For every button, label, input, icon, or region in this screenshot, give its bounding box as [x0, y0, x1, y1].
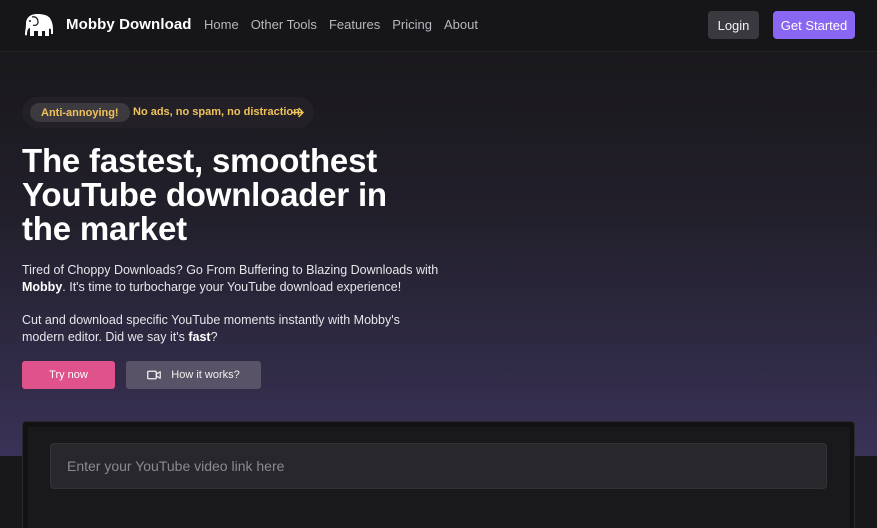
hero-paragraph-1: Tired of Choppy Downloads? Go From Buffe…: [22, 262, 442, 296]
login-button[interactable]: Login: [708, 11, 759, 39]
hero-headline: The fastest, smoothest YouTube downloade…: [22, 144, 452, 246]
paragraph-1-bold: Mobby: [22, 280, 63, 294]
paragraph-2-text-b: ?: [210, 330, 218, 344]
headline-line-2: YouTube downloader in: [22, 176, 387, 213]
brand-name[interactable]: Mobby Download: [66, 16, 192, 33]
paragraph-2-bold: fast: [188, 330, 211, 344]
try-now-button[interactable]: Try now: [22, 361, 115, 389]
top-navbar: Mobby Download Home Other Tools Features…: [0, 0, 877, 52]
hero-paragraph-2: Cut and download specific YouTube moment…: [22, 312, 442, 346]
paragraph-1-text-b: . It's time to turbocharge your YouTube …: [62, 280, 402, 294]
headline-line-1: The fastest, smoothest: [22, 142, 378, 179]
nav-other-tools[interactable]: Other Tools: [251, 17, 317, 32]
announcement-pill[interactable]: Anti-annoying! No ads, no spam, no distr…: [22, 97, 314, 128]
how-it-works-label: How it works?: [171, 369, 240, 381]
main-nav: Home Other Tools Features Pricing About: [204, 17, 478, 32]
elephant-logo-icon[interactable]: [22, 12, 56, 38]
video-camera-icon: [147, 370, 162, 380]
arrow-right-icon: [292, 107, 304, 118]
nav-features[interactable]: Features: [329, 17, 380, 32]
nav-home[interactable]: Home: [204, 17, 239, 32]
get-started-button[interactable]: Get Started: [773, 11, 855, 39]
announcement-badge: Anti-annoying!: [30, 103, 130, 122]
nav-about[interactable]: About: [444, 17, 478, 32]
headline-line-3: the market: [22, 210, 187, 247]
nav-pricing[interactable]: Pricing: [392, 17, 432, 32]
announcement-text: No ads, no spam, no distraction: [133, 106, 300, 118]
how-it-works-button[interactable]: How it works?: [126, 361, 261, 389]
youtube-link-input[interactable]: [50, 443, 827, 489]
paragraph-1-text-a: Tired of Choppy Downloads? Go From Buffe…: [22, 263, 439, 277]
